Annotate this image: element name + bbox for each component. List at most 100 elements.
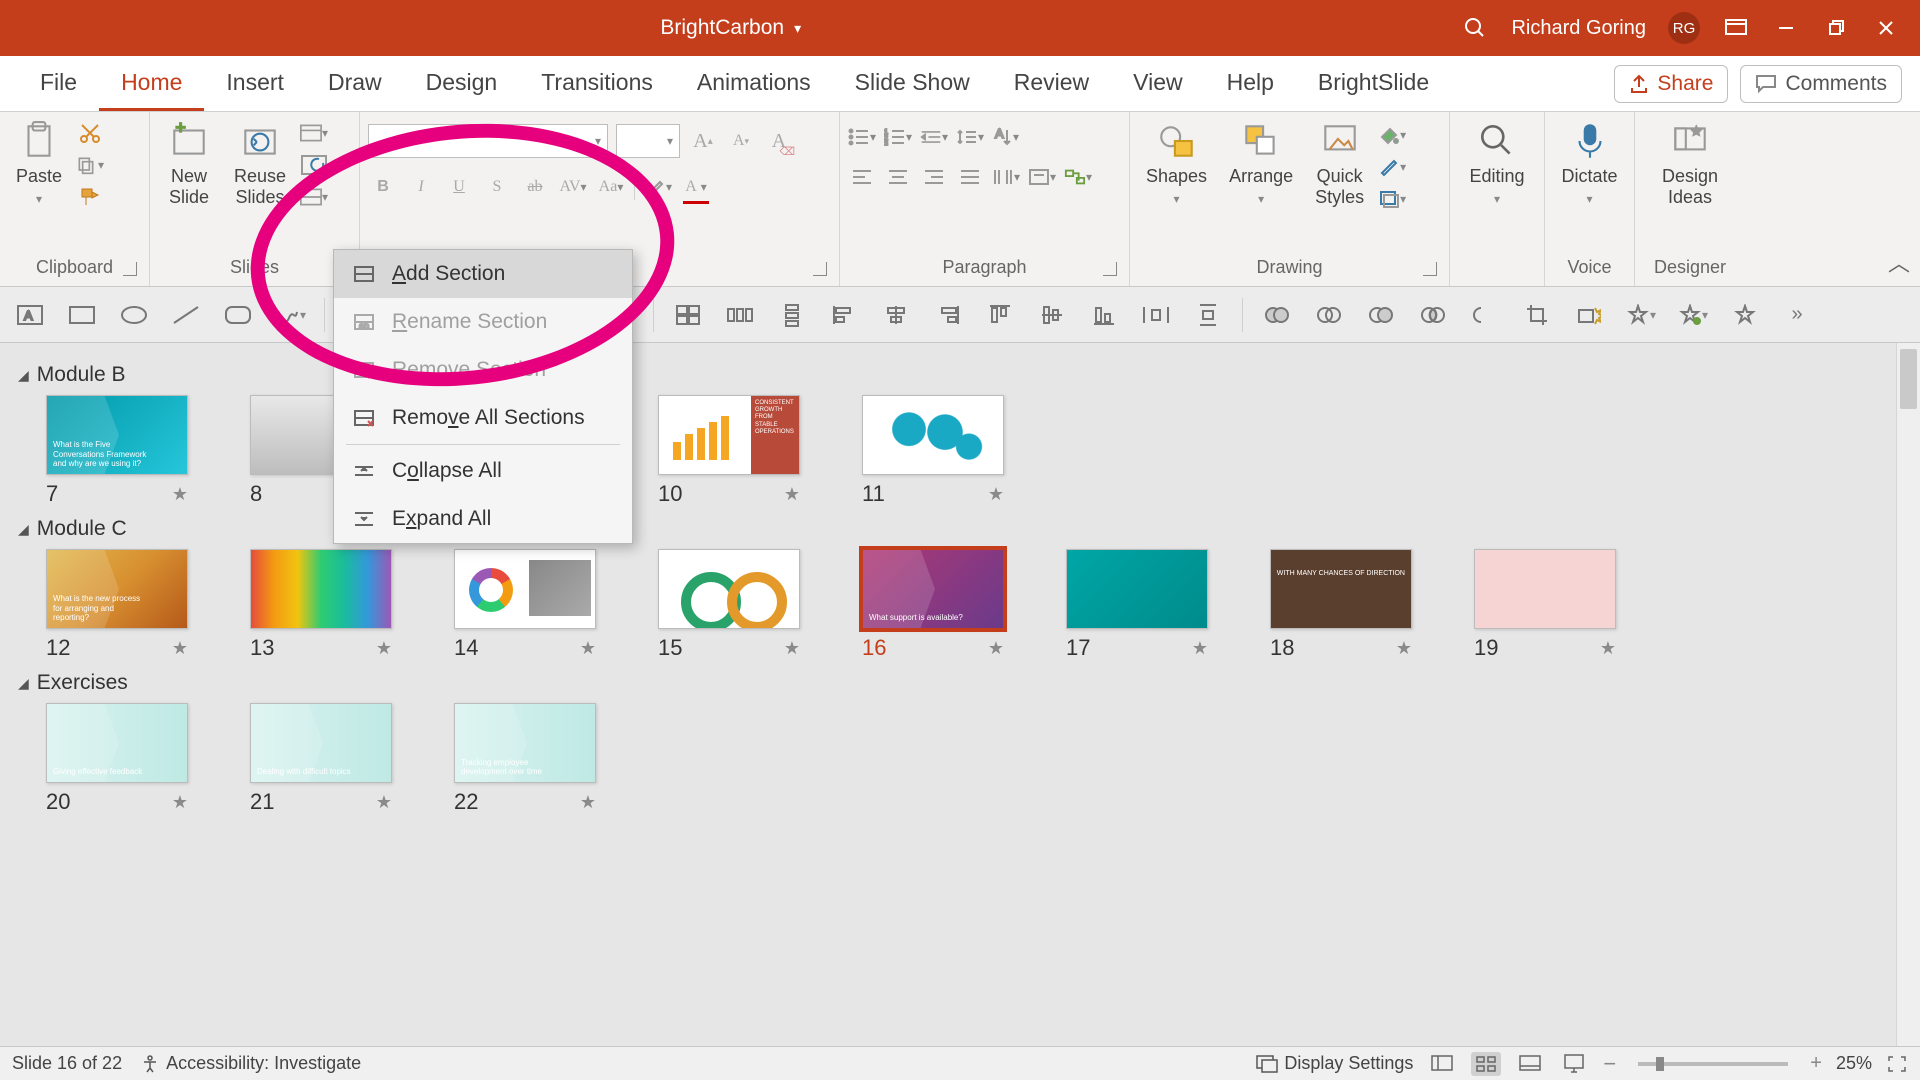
- crop-icon[interactable]: [1519, 301, 1555, 329]
- ribbon-display-icon[interactable]: [1722, 14, 1750, 42]
- align-center-icon[interactable]: [884, 164, 912, 190]
- text-direction-icon[interactable]: A▾: [992, 124, 1020, 150]
- reset-icon[interactable]: [300, 152, 328, 178]
- align-bottom-obj-icon[interactable]: [1086, 301, 1122, 329]
- zoom-out-icon[interactable]: −: [1603, 1051, 1616, 1077]
- shadow-button[interactable]: ab: [520, 172, 550, 202]
- dialog-launcher-icon[interactable]: [1103, 262, 1117, 276]
- chevron-down-icon[interactable]: ▾: [794, 20, 801, 37]
- zoom-level[interactable]: 25%: [1836, 1053, 1872, 1074]
- shape-outline-icon[interactable]: ▾: [1378, 154, 1406, 180]
- shapes-button[interactable]: Shapes▾: [1138, 116, 1215, 211]
- slide-thumbnail[interactable]: Giving effective feedback20★: [46, 703, 188, 815]
- arrange-button[interactable]: Arrange▾: [1221, 116, 1301, 211]
- paste-button[interactable]: Paste▾: [8, 116, 70, 211]
- bold-button[interactable]: B: [368, 172, 398, 202]
- slide-thumbnail[interactable]: 13★: [250, 549, 392, 661]
- tab-view[interactable]: View: [1111, 59, 1204, 111]
- zoom-slider[interactable]: [1638, 1062, 1788, 1066]
- justify-icon[interactable]: [956, 164, 984, 190]
- animation-pane-icon[interactable]: [1727, 301, 1763, 329]
- font-name-combo[interactable]: ▾: [368, 124, 608, 158]
- dialog-launcher-icon[interactable]: [1423, 262, 1437, 276]
- combine-icon[interactable]: [1311, 301, 1347, 329]
- star-play-icon[interactable]: ▾: [1675, 301, 1711, 329]
- align-right-icon[interactable]: [920, 164, 948, 190]
- tab-review[interactable]: Review: [992, 59, 1111, 111]
- rectangle-icon[interactable]: [64, 301, 100, 329]
- distribute-h-icon[interactable]: [722, 301, 758, 329]
- indent-dec-icon[interactable]: ▾: [920, 124, 948, 150]
- tab-home[interactable]: Home: [99, 59, 204, 111]
- columns-icon[interactable]: ▾: [992, 164, 1020, 190]
- dist-horiz-icon[interactable]: [1138, 301, 1174, 329]
- textbox-icon[interactable]: A: [12, 301, 48, 329]
- slide-thumbnail[interactable]: 17★: [1066, 549, 1208, 661]
- normal-view-icon[interactable]: [1427, 1052, 1457, 1076]
- collapse-triangle-icon[interactable]: ◢: [18, 521, 29, 538]
- dialog-launcher-icon[interactable]: [813, 262, 827, 276]
- align-right-obj-icon[interactable]: [930, 301, 966, 329]
- clear-format-icon[interactable]: A⌫: [764, 126, 794, 156]
- fit-to-window-icon[interactable]: [1886, 1054, 1908, 1074]
- tab-file[interactable]: File: [18, 59, 99, 111]
- dist-vert-icon[interactable]: [1190, 301, 1226, 329]
- font-color-icon[interactable]: A▾: [681, 172, 711, 202]
- new-slide-button[interactable]: New Slide: [158, 116, 220, 211]
- quick-styles-button[interactable]: Quick Styles: [1307, 116, 1372, 211]
- align-center-obj-icon[interactable]: [878, 301, 914, 329]
- ctx-removeall[interactable]: Remove All Sections: [334, 394, 632, 442]
- section-icon[interactable]: ▾: [300, 184, 328, 210]
- selection-pane-icon[interactable]: [670, 301, 706, 329]
- align-middle-obj-icon[interactable]: [1034, 301, 1070, 329]
- slide-sorter-view-icon[interactable]: [1471, 1052, 1501, 1076]
- tab-brightslide[interactable]: BrightSlide: [1296, 59, 1451, 111]
- display-settings-button[interactable]: Display Settings: [1256, 1053, 1413, 1074]
- slide-thumbnail[interactable]: WITH MANY CHANCES OF DIRECTION18★: [1270, 549, 1412, 661]
- subtract-icon[interactable]: [1467, 301, 1503, 329]
- dictate-button[interactable]: Dictate▾: [1553, 116, 1625, 211]
- document-title[interactable]: BrightCarbon▾: [0, 16, 1461, 40]
- line-icon[interactable]: [168, 301, 204, 329]
- align-text-icon[interactable]: ▾: [1028, 164, 1056, 190]
- slide-thumbnail[interactable]: 11★: [862, 395, 1004, 507]
- restore-icon[interactable]: [1822, 14, 1850, 42]
- shape-fill-icon[interactable]: ▾: [1378, 122, 1406, 148]
- tab-insert[interactable]: Insert: [204, 59, 306, 111]
- underline-button[interactable]: U: [444, 172, 474, 202]
- smartart-icon[interactable]: ▾: [1064, 164, 1092, 190]
- user-name[interactable]: Richard Goring: [1511, 17, 1646, 40]
- vertical-scrollbar[interactable]: [1896, 343, 1920, 1046]
- slide-thumbnail[interactable]: Tracking employee development over time2…: [454, 703, 596, 815]
- ctx-expand[interactable]: Expand All: [334, 495, 632, 543]
- increase-font-icon[interactable]: A▴: [688, 126, 718, 156]
- highlight-icon[interactable]: ▾: [643, 172, 673, 202]
- slide-thumbnail[interactable]: What is the new process for arranging an…: [46, 549, 188, 661]
- tab-help[interactable]: Help: [1205, 59, 1296, 111]
- slide-thumbnail[interactable]: CONSISTENT GROWTH FROM STABLE OPERATIONS…: [658, 395, 800, 507]
- tab-draw[interactable]: Draw: [306, 59, 404, 111]
- collapse-ribbon-icon[interactable]: ︿: [1888, 246, 1910, 278]
- align-top-obj-icon[interactable]: [982, 301, 1018, 329]
- distribute-v-icon[interactable]: [774, 301, 810, 329]
- collapse-triangle-icon[interactable]: ◢: [18, 675, 29, 692]
- section-header[interactable]: ◢Module C: [18, 517, 1878, 541]
- star-add-icon[interactable]: ▾: [1623, 301, 1659, 329]
- comments-button[interactable]: Comments: [1740, 65, 1902, 103]
- layout-icon[interactable]: ▾: [300, 120, 328, 146]
- avatar[interactable]: RG: [1668, 12, 1700, 44]
- collapse-triangle-icon[interactable]: ◢: [18, 367, 29, 384]
- format-painter-icon[interactable]: [76, 184, 104, 210]
- search-icon[interactable]: [1461, 14, 1489, 42]
- rounded-rect-icon[interactable]: [220, 301, 256, 329]
- shape-effects-icon[interactable]: ▾: [1378, 186, 1406, 212]
- accessibility-status[interactable]: Accessibility: Investigate: [140, 1053, 361, 1074]
- union-icon[interactable]: [1259, 301, 1295, 329]
- tab-design[interactable]: Design: [404, 59, 520, 111]
- section-header[interactable]: ◢Module B: [18, 363, 1878, 387]
- align-left-icon[interactable]: [848, 164, 876, 190]
- slide-thumbnail[interactable]: What is the Five Conversations Framework…: [46, 395, 188, 507]
- slideshow-view-icon[interactable]: [1559, 1052, 1589, 1076]
- decrease-font-icon[interactable]: A▾: [726, 126, 756, 156]
- dialog-launcher-icon[interactable]: [123, 262, 137, 276]
